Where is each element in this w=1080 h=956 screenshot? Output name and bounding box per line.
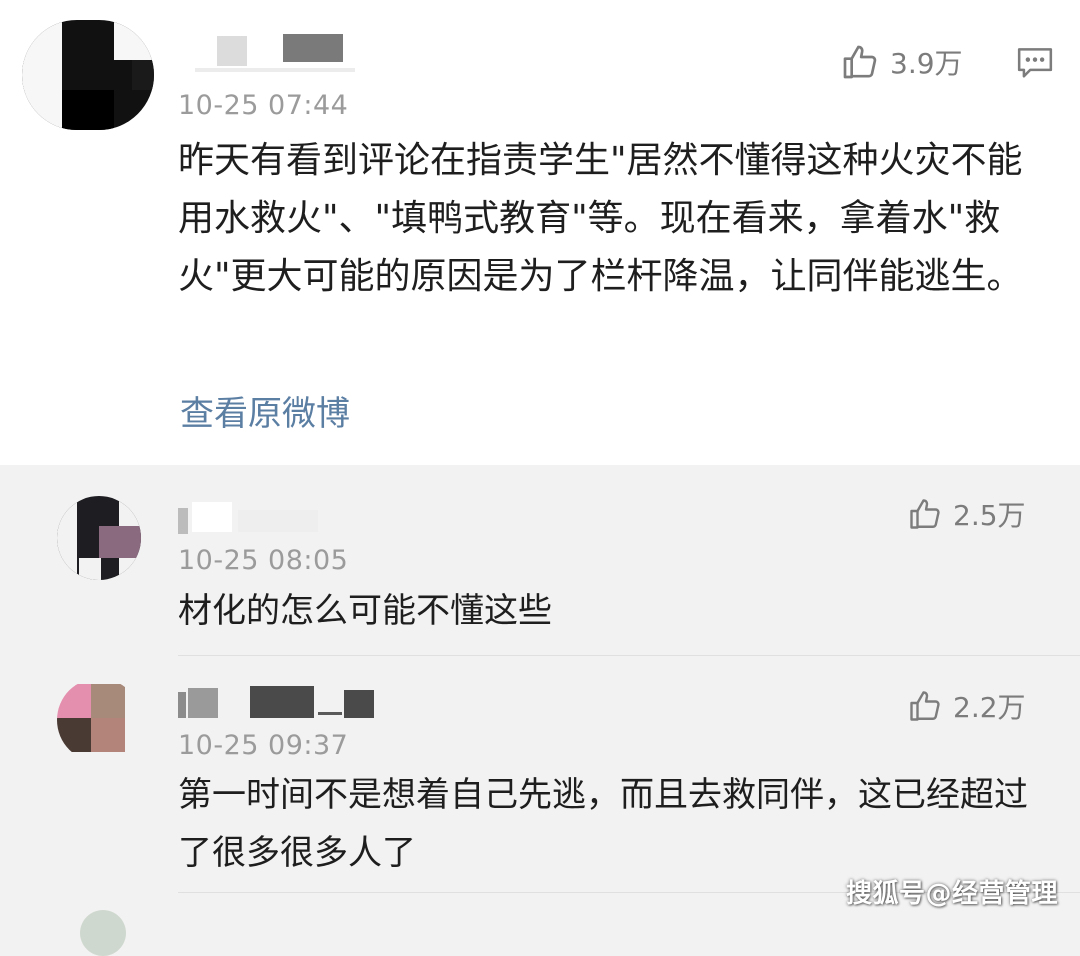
thumbs-up-icon — [843, 45, 877, 79]
divider — [178, 655, 1080, 656]
reply-text: 第一时间不是想着自己先逃，而且去救同伴，这已经超过了很多很多人了 — [178, 775, 1028, 873]
like-button[interactable]: 2.2万 — [907, 686, 1026, 726]
reply-timestamp: 10-25 08:05 — [178, 545, 349, 576]
username-redacted[interactable] — [178, 500, 328, 536]
reply-timestamp: 10-25 09:37 — [178, 730, 349, 761]
comment-timestamp: 10-25 07:44 — [178, 90, 349, 121]
thumbs-up-icon — [910, 691, 940, 721]
avatar[interactable] — [57, 678, 141, 762]
view-original-link[interactable]: 查看原微博 — [180, 386, 350, 435]
like-button[interactable]: 3.9万 — [840, 42, 963, 82]
comment-text: 昨天有看到评论在指责学生"居然不懂得这种火灾不能用水救火"、"填鸭式教育"等。现… — [178, 140, 1023, 297]
like-button[interactable]: 2.5万 — [907, 494, 1026, 534]
username-redacted[interactable] — [195, 30, 365, 72]
like-count: 2.5万 — [953, 499, 1026, 532]
like-count: 3.9万 — [890, 47, 963, 80]
main-comment-card: 10-25 07:44 3.9万 昨天有看到评论在指责学生"居然不懂得这种火灾不… — [0, 0, 1080, 465]
avatar[interactable] — [22, 20, 154, 130]
reply-text: 材化的怎么可能不懂这些 — [178, 591, 552, 631]
comment-icon — [1017, 48, 1053, 78]
like-count: 2.2万 — [953, 691, 1026, 724]
username-redacted[interactable] — [178, 684, 378, 720]
watermark: 搜狐号@经营管理 — [845, 879, 1058, 909]
avatar[interactable] — [57, 496, 141, 580]
comment-button[interactable] — [1016, 44, 1054, 84]
avatar[interactable] — [80, 910, 126, 956]
thumbs-up-icon — [910, 499, 940, 529]
